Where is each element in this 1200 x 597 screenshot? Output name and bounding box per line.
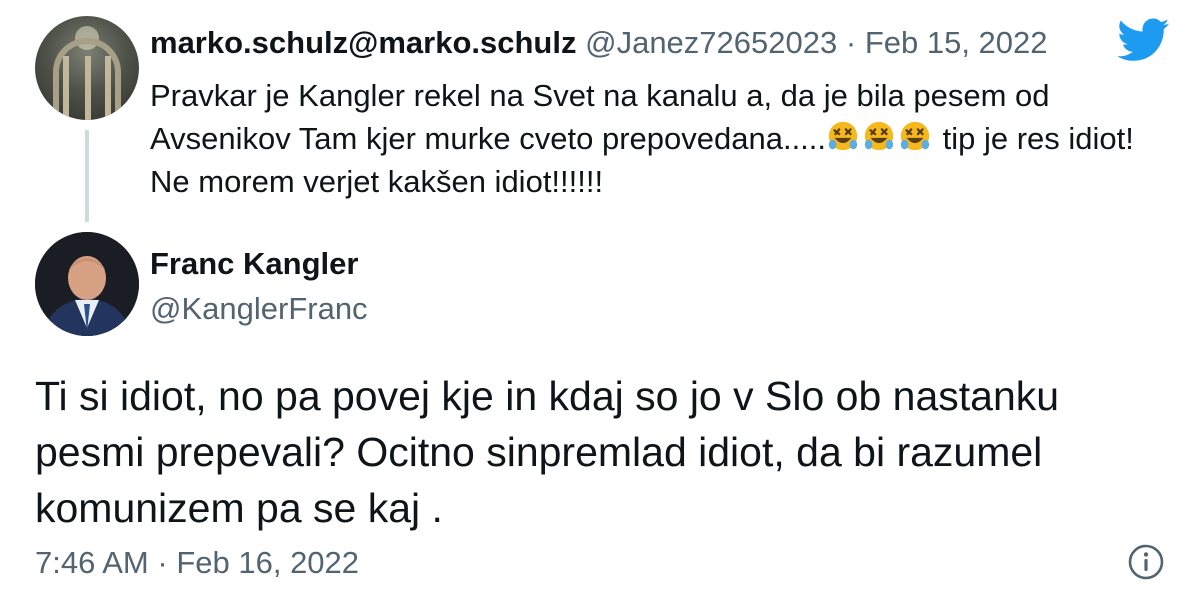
avatar[interactable] — [35, 232, 139, 336]
parent-tweet[interactable]: marko.schulz@marko.schulz @Janez72652023… — [0, 0, 1200, 230]
avatar-portrait — [35, 232, 139, 336]
rolling-on-floor-laughing-icon — [828, 121, 858, 151]
rolling-on-floor-laughing-icon — [864, 121, 894, 151]
avatar[interactable] — [35, 16, 139, 120]
info-icon[interactable] — [1126, 542, 1166, 582]
rolling-on-floor-laughing-icon — [900, 121, 930, 151]
separator: · — [157, 545, 168, 580]
tweet-date[interactable]: Feb 15, 2022 — [865, 25, 1048, 60]
tweet-text: Ti si idiot, no pa povej kje in kdaj so … — [35, 373, 1060, 531]
handle[interactable]: @KanglerFranc — [150, 289, 368, 329]
tweet-timestamp[interactable]: 7:46 AM · Feb 16, 2022 — [35, 543, 359, 583]
separator: · — [845, 25, 857, 60]
display-name[interactable]: Franc Kangler — [150, 244, 358, 284]
tweet-header: marko.schulz@marko.schulz @Janez72652023… — [150, 23, 1048, 63]
twitter-bird-icon[interactable] — [1118, 18, 1170, 62]
handle[interactable]: @Janez72652023 — [585, 25, 837, 60]
thread-connector-line — [85, 130, 89, 222]
tweet-date: Feb 16, 2022 — [176, 545, 360, 580]
tweet-time: 7:46 AM — [35, 545, 149, 580]
display-name[interactable]: marko.schulz@marko.schulz — [150, 25, 576, 60]
tweet-text: Pravkar je Kangler rekel na Svet na kana… — [150, 74, 1150, 203]
